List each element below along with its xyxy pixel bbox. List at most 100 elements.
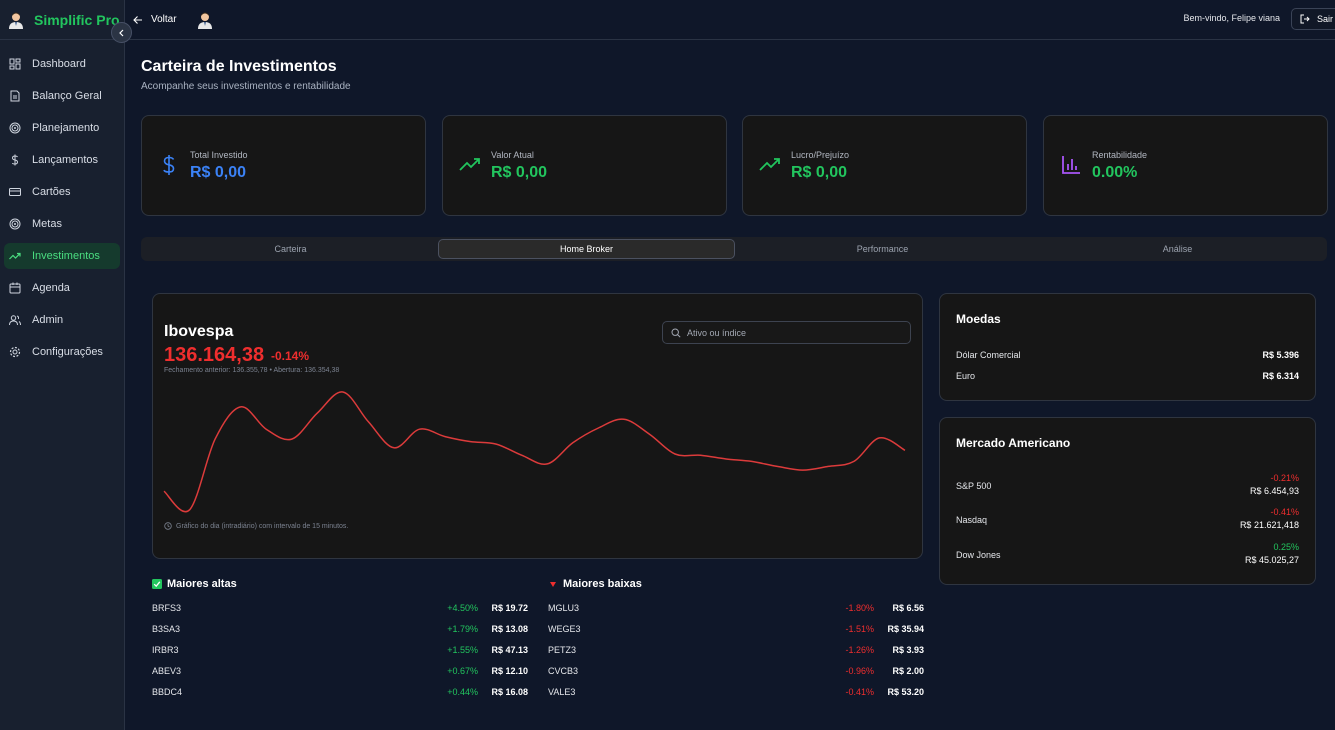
sidebar-item-balanco[interactable]: Balanço Geral — [4, 83, 120, 109]
logout-button[interactable]: Sair — [1291, 8, 1335, 30]
index-series-line — [163, 391, 906, 513]
trending-up-icon — [459, 158, 480, 171]
check-icon — [152, 579, 162, 589]
logout-label: Sair — [1317, 14, 1334, 24]
tab-performance[interactable]: Performance — [735, 239, 1030, 259]
arrow-left-icon — [133, 15, 142, 24]
price: R$ 2.00 — [892, 666, 924, 676]
loser-row[interactable]: WEGE3 -1.51% R$ 35.94 — [548, 619, 928, 640]
sidebar-item-dashboard[interactable]: Dashboard — [4, 51, 120, 77]
us-market-panel: Mercado Americano S&P 500 -0.21% R$ 6.45… — [939, 417, 1316, 585]
loser-row[interactable]: MGLU3 -1.80% R$ 6.56 — [548, 598, 928, 619]
index-change: -0.14% — [271, 349, 310, 363]
brand[interactable]: Simplific Pro — [0, 0, 124, 40]
card-rentabilidade: Rentabilidade 0.00% — [1043, 115, 1328, 216]
sidebar-item-label: Lançamentos — [32, 154, 99, 166]
index-value: 136.164,38 — [164, 344, 265, 366]
search-input[interactable] — [687, 327, 897, 338]
sidebar: Simplific Pro Dashboard Balanço Geral Pl… — [0, 0, 132, 730]
card-value: 0.00% — [1092, 164, 1138, 181]
currencies-title: Moedas — [956, 312, 1001, 326]
change: -1.80% — [845, 603, 874, 613]
price: R$ 16.08 — [491, 687, 528, 697]
app-name: Simplific Pro — [34, 11, 120, 28]
gainers-header: Maiores altas — [152, 578, 532, 590]
clock-icon — [164, 522, 172, 530]
user-avatar-icon[interactable] — [195, 10, 215, 30]
price: R$ 19.72 — [491, 603, 528, 613]
target-icon — [8, 217, 22, 231]
tab-analise[interactable]: Análise — [1030, 239, 1325, 259]
sidebar-item-metas[interactable]: Metas — [4, 211, 120, 237]
page-title: Carteira de Investimentos — [141, 58, 337, 75]
welcome-text: Bem-vindo, Felipe viana — [1183, 13, 1280, 23]
dollar-icon — [163, 155, 175, 175]
sidebar-item-label: Planejamento — [32, 122, 100, 134]
gainer-row[interactable]: BRFS3 +4.50% R$ 19.72 — [152, 598, 532, 619]
top-losers: Maiores baixas MGLU3 -1.80% R$ 6.56 WEGE3 -… — [548, 578, 928, 703]
change: +1.55% — [447, 645, 478, 655]
sidebar-item-label: Metas — [32, 218, 62, 230]
loser-row[interactable]: CVCB3 -0.96% R$ 2.00 — [548, 661, 928, 682]
losers-header: Maiores baixas — [548, 578, 928, 590]
tab-home-broker[interactable]: Home Broker — [438, 239, 735, 259]
user-avatar-icon — [9, 12, 23, 29]
currency-row: Euro R$ 6.314 — [956, 371, 1299, 381]
back-label: Voltar — [151, 14, 177, 25]
sidebar-item-configuracoes[interactable]: Configurações — [4, 339, 120, 365]
loser-row[interactable]: PETZ3 -1.26% R$ 3.93 — [548, 640, 928, 661]
us-index-row: Dow Jones 0.25% R$ 45.025,27 — [956, 542, 1299, 572]
card-lucro-prejuizo: Lucro/Prejuízo R$ 0,00 — [742, 115, 1027, 216]
currency-row: Dólar Comercial R$ 5.396 — [956, 350, 1299, 360]
change: -0.96% — [845, 666, 874, 676]
price: R$ 13.08 — [491, 624, 528, 634]
top-gainers: Maiores altas BRFS3 +4.50% R$ 19.72 B3SA3 +… — [152, 578, 532, 703]
loser-row[interactable]: VALE3 -0.41% R$ 53.20 — [548, 682, 928, 703]
back-button[interactable]: Voltar — [133, 14, 177, 25]
gainer-row[interactable]: B3SA3 +1.79% R$ 13.08 — [152, 619, 532, 640]
price: R$ 35.94 — [887, 624, 924, 634]
sidebar-item-cartoes[interactable]: Cartões — [4, 179, 120, 205]
us-index-name: S&P 500 — [956, 481, 992, 491]
losers-title: Maiores baixas — [563, 578, 642, 590]
index-previous-close: Fechamento anterior: 136.355,78 • Abertu… — [164, 367, 340, 374]
sidebar-item-agenda[interactable]: Agenda — [4, 275, 120, 301]
collapse-sidebar-button[interactable] — [111, 22, 132, 43]
currency-value: R$ 5.396 — [1262, 350, 1299, 360]
ticker: BRFS3 — [152, 603, 182, 613]
card-value: R$ 0,00 — [791, 164, 848, 181]
ticker: ABEV3 — [152, 666, 182, 676]
sidebar-item-label: Investimentos — [32, 250, 100, 262]
gainer-row[interactable]: ABEV3 +0.67% R$ 12.10 — [152, 661, 532, 682]
sidebar-item-investimentos[interactable]: Investimentos — [4, 243, 120, 269]
change: +4.50% — [447, 603, 478, 613]
ticker: B3SA3 — [152, 624, 181, 634]
us-index-name: Dow Jones — [956, 550, 1001, 560]
tab-carteira[interactable]: Carteira — [143, 239, 438, 259]
sidebar-item-label: Dashboard — [32, 58, 86, 70]
us-index-value: R$ 6.454,93 — [1249, 486, 1299, 496]
us-index-row: Nasdaq -0.41% R$ 21.621,418 — [956, 507, 1299, 537]
card-label: Lucro/Prejuízo — [791, 150, 850, 160]
us-market-title: Mercado Americano — [956, 436, 1071, 450]
us-index-change: -0.21% — [1270, 473, 1299, 483]
card-total-investido: Total Investido R$ 0,00 — [141, 115, 426, 216]
change: +1.79% — [447, 624, 478, 634]
card-label: Rentabilidade — [1092, 150, 1148, 160]
gainers-title: Maiores altas — [167, 578, 237, 590]
top-bar: Voltar Bem-vindo, Felipe viana Sair — [125, 0, 1335, 40]
gainer-row[interactable]: BBDC4 +0.44% R$ 16.08 — [152, 682, 532, 703]
logout-icon — [1300, 14, 1310, 24]
gear-icon — [8, 345, 22, 359]
credit-card-icon — [8, 185, 22, 199]
bar-chart-icon — [1062, 156, 1080, 174]
gainer-row[interactable]: IRBR3 +1.55% R$ 47.13 — [152, 640, 532, 661]
currency-name: Euro — [956, 371, 976, 381]
change: -1.26% — [845, 645, 874, 655]
currency-name: Dólar Comercial — [956, 350, 1021, 360]
sidebar-item-lancamentos[interactable]: Lançamentos — [4, 147, 120, 173]
asset-search[interactable] — [662, 321, 911, 344]
document-icon — [8, 89, 22, 103]
sidebar-item-planejamento[interactable]: Planejamento — [4, 115, 120, 141]
sidebar-item-admin[interactable]: Admin — [4, 307, 120, 333]
